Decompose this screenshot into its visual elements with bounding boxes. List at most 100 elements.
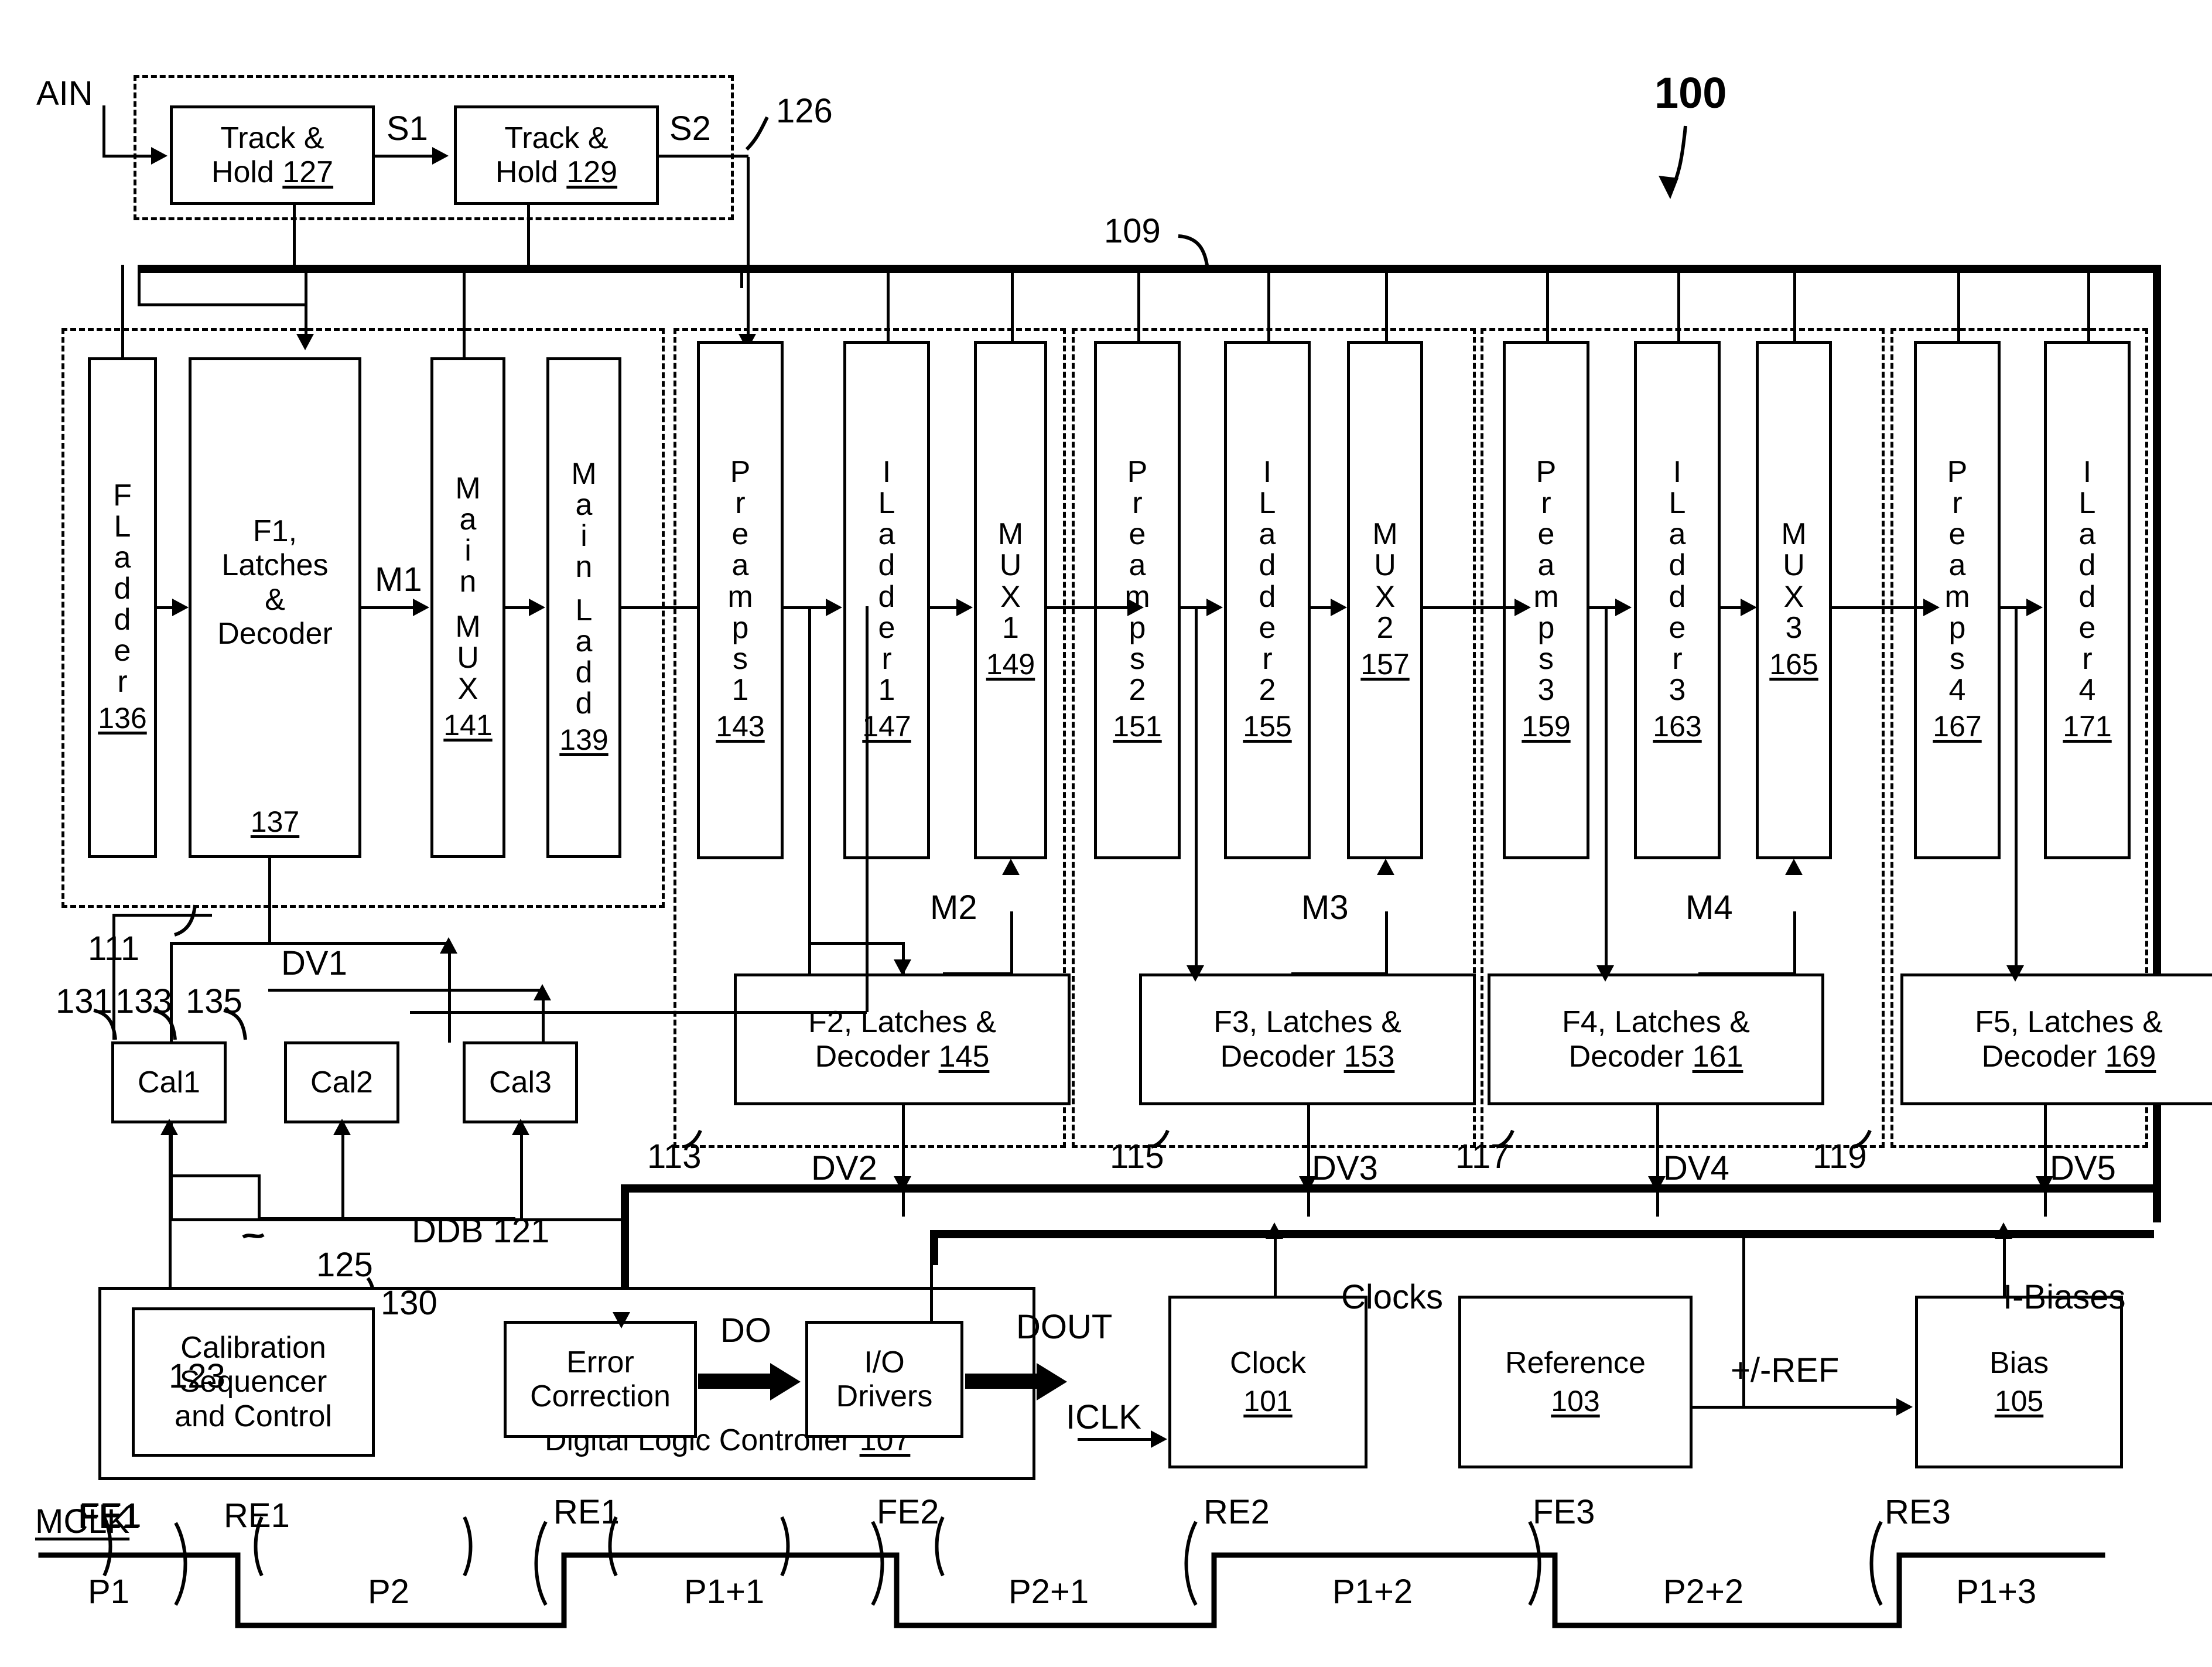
preamps2-label: Preamps2 [1124, 455, 1150, 707]
iladder1-to-mux1-wire [930, 606, 958, 609]
do-arrowhead [770, 1363, 801, 1400]
mainmux-to-mainladd-arrow [529, 599, 545, 616]
m2-feed-v [1010, 911, 1013, 976]
m1-label: M1 [375, 561, 422, 599]
ain-arrowhead [151, 147, 167, 165]
mux1-block: MUX1 149 [974, 341, 1047, 859]
mux1-to-preamps2-arrow [1127, 599, 1144, 616]
dv4-label: DV4 [1663, 1149, 1729, 1187]
dout-bus [965, 1374, 1040, 1389]
bottom-bus-ddb-right [621, 1184, 2155, 1193]
dv2-label: DV2 [811, 1149, 877, 1187]
bus-stub-mux2 [1385, 265, 1388, 342]
bus-stub-iladder2 [1267, 265, 1270, 342]
sequencer-ref-130: 130 [381, 1284, 437, 1322]
preamps3-label: Preamps3 [1533, 455, 1559, 707]
clocks-label: Clocks [1341, 1278, 1444, 1316]
cal2-seq-arrow [333, 1119, 351, 1135]
sequencer-line3: and Control [175, 1399, 332, 1433]
iladder2-to-mux2-arrow [1331, 599, 1347, 616]
bus-stub-preamps1 [740, 265, 743, 288]
m4-feed-arrow [1785, 859, 1803, 875]
mux3-ref: 165 [1769, 647, 1818, 681]
preamps2-tap-arrow [1187, 965, 1204, 982]
track-hold-2-line1: Track & [504, 121, 608, 155]
preamps1-to-iladder1-wire [784, 606, 828, 609]
top-bus-109 [138, 265, 2161, 273]
group-115-ref: 115 [1110, 1137, 1164, 1176]
iladder4-block: ILadder4 171 [2044, 341, 2131, 859]
mux1-label: MUX1 [997, 517, 1024, 645]
dv1-label: DV1 [281, 944, 347, 982]
bias-label: Bias [1989, 1346, 2049, 1381]
fladder-top-stub [121, 265, 124, 358]
preamps4-label: Preamps4 [1944, 455, 1970, 707]
f5-line1: F5, Latches & [1975, 1005, 2163, 1040]
ibiases-label: I-Biases [2003, 1278, 2126, 1316]
phase-p1p2-label: P1+2 [1332, 1573, 1413, 1611]
f4-line1: F4, Latches & [1562, 1005, 1750, 1040]
cal1-label: Cal1 [138, 1065, 200, 1099]
m3-feed-v [1385, 911, 1388, 976]
iclk-arrow [1151, 1430, 1167, 1448]
iladder2-ref: 155 [1243, 709, 1292, 743]
fladder-to-f1-wire [157, 606, 173, 609]
reference-block: Reference 103 [1458, 1296, 1693, 1468]
preamps1-to-iladder1-arrow [826, 599, 842, 616]
io-drivers-line2: Drivers [836, 1379, 933, 1413]
ref-to-bias-wire [1693, 1406, 1898, 1409]
iladder4-label: ILadder4 [2078, 455, 2096, 707]
f2-line2: Decoder 145 [815, 1039, 990, 1074]
preamps2-ref: 151 [1113, 709, 1162, 743]
f3-line2: Decoder 153 [1220, 1039, 1395, 1074]
preamps3-to-iladder3-wire [1589, 606, 1618, 609]
f4-ref: 161 [1692, 1039, 1743, 1074]
bus-stub-preamps3 [1546, 265, 1549, 342]
f1-ref: 137 [250, 805, 300, 838]
dv3-wire [1307, 1105, 1310, 1217]
cal3-seq-arrow [512, 1119, 529, 1135]
iladder1-block: ILadder1 147 [843, 341, 930, 859]
bus-left-drop [138, 265, 141, 306]
f1-to-mainmux-arrow [413, 599, 429, 616]
cal2-seq-v [341, 1130, 344, 1219]
iladder3-to-mux3-arrow [1741, 599, 1757, 616]
f2-ref: 145 [938, 1039, 990, 1074]
preamps3-ref: 159 [1522, 709, 1571, 743]
track-hold-2-block: Track & Hold 129 [454, 105, 659, 205]
edge-fe1-label: FE1 [79, 1497, 142, 1535]
edge-re3-label: RE3 [1885, 1493, 1951, 1531]
cal2-feed-arrow [440, 937, 457, 954]
f-ladder-ref: 136 [98, 702, 147, 735]
phase-p2p2-label: P2+2 [1663, 1573, 1744, 1611]
error-correction-block: Error Correction [504, 1321, 697, 1438]
group-113-ref: 113 [647, 1137, 702, 1176]
cal2-feed-v [448, 942, 451, 1043]
iladder3-ref: 163 [1653, 709, 1702, 743]
cal-route-1 [268, 942, 450, 945]
s2-label: S2 [669, 110, 711, 148]
clock-block: Clock 101 [1168, 1296, 1367, 1468]
f5-latches-decoder-block: F5, Latches & Decoder 169 [1900, 973, 2212, 1105]
iclk-wire [1078, 1438, 1154, 1441]
f2-line1: F2, Latches & [808, 1005, 996, 1040]
mux3-to-preamps4-arrow [1923, 599, 1940, 616]
s1-arrowhead [432, 147, 449, 165]
iladder1-to-mux1-arrow [956, 599, 973, 616]
f-ladder-block: FLadder 136 [88, 357, 157, 858]
m3-feed-h [1291, 972, 1387, 975]
iladder2-to-mux2-wire [1311, 606, 1333, 609]
bus-stub-iladder4 [2087, 265, 2090, 342]
bus-left-drop-h [138, 303, 305, 306]
dout-arrowhead [1037, 1363, 1067, 1400]
io-drivers-ref-125: 125 [316, 1246, 373, 1284]
ain-wire-v [102, 105, 105, 156]
phase-p1p1-label: P1+1 [684, 1573, 765, 1611]
clock-ref: 101 [1243, 1384, 1293, 1417]
cal3-seq-v [520, 1130, 523, 1219]
track-hold-1-line1: Track & [220, 121, 324, 155]
mainmux-to-mainladd-wire [505, 606, 530, 609]
m4-feed-v [1793, 911, 1796, 976]
mux3-to-preamps4-wire [1832, 606, 1926, 609]
do-bus [698, 1374, 773, 1389]
